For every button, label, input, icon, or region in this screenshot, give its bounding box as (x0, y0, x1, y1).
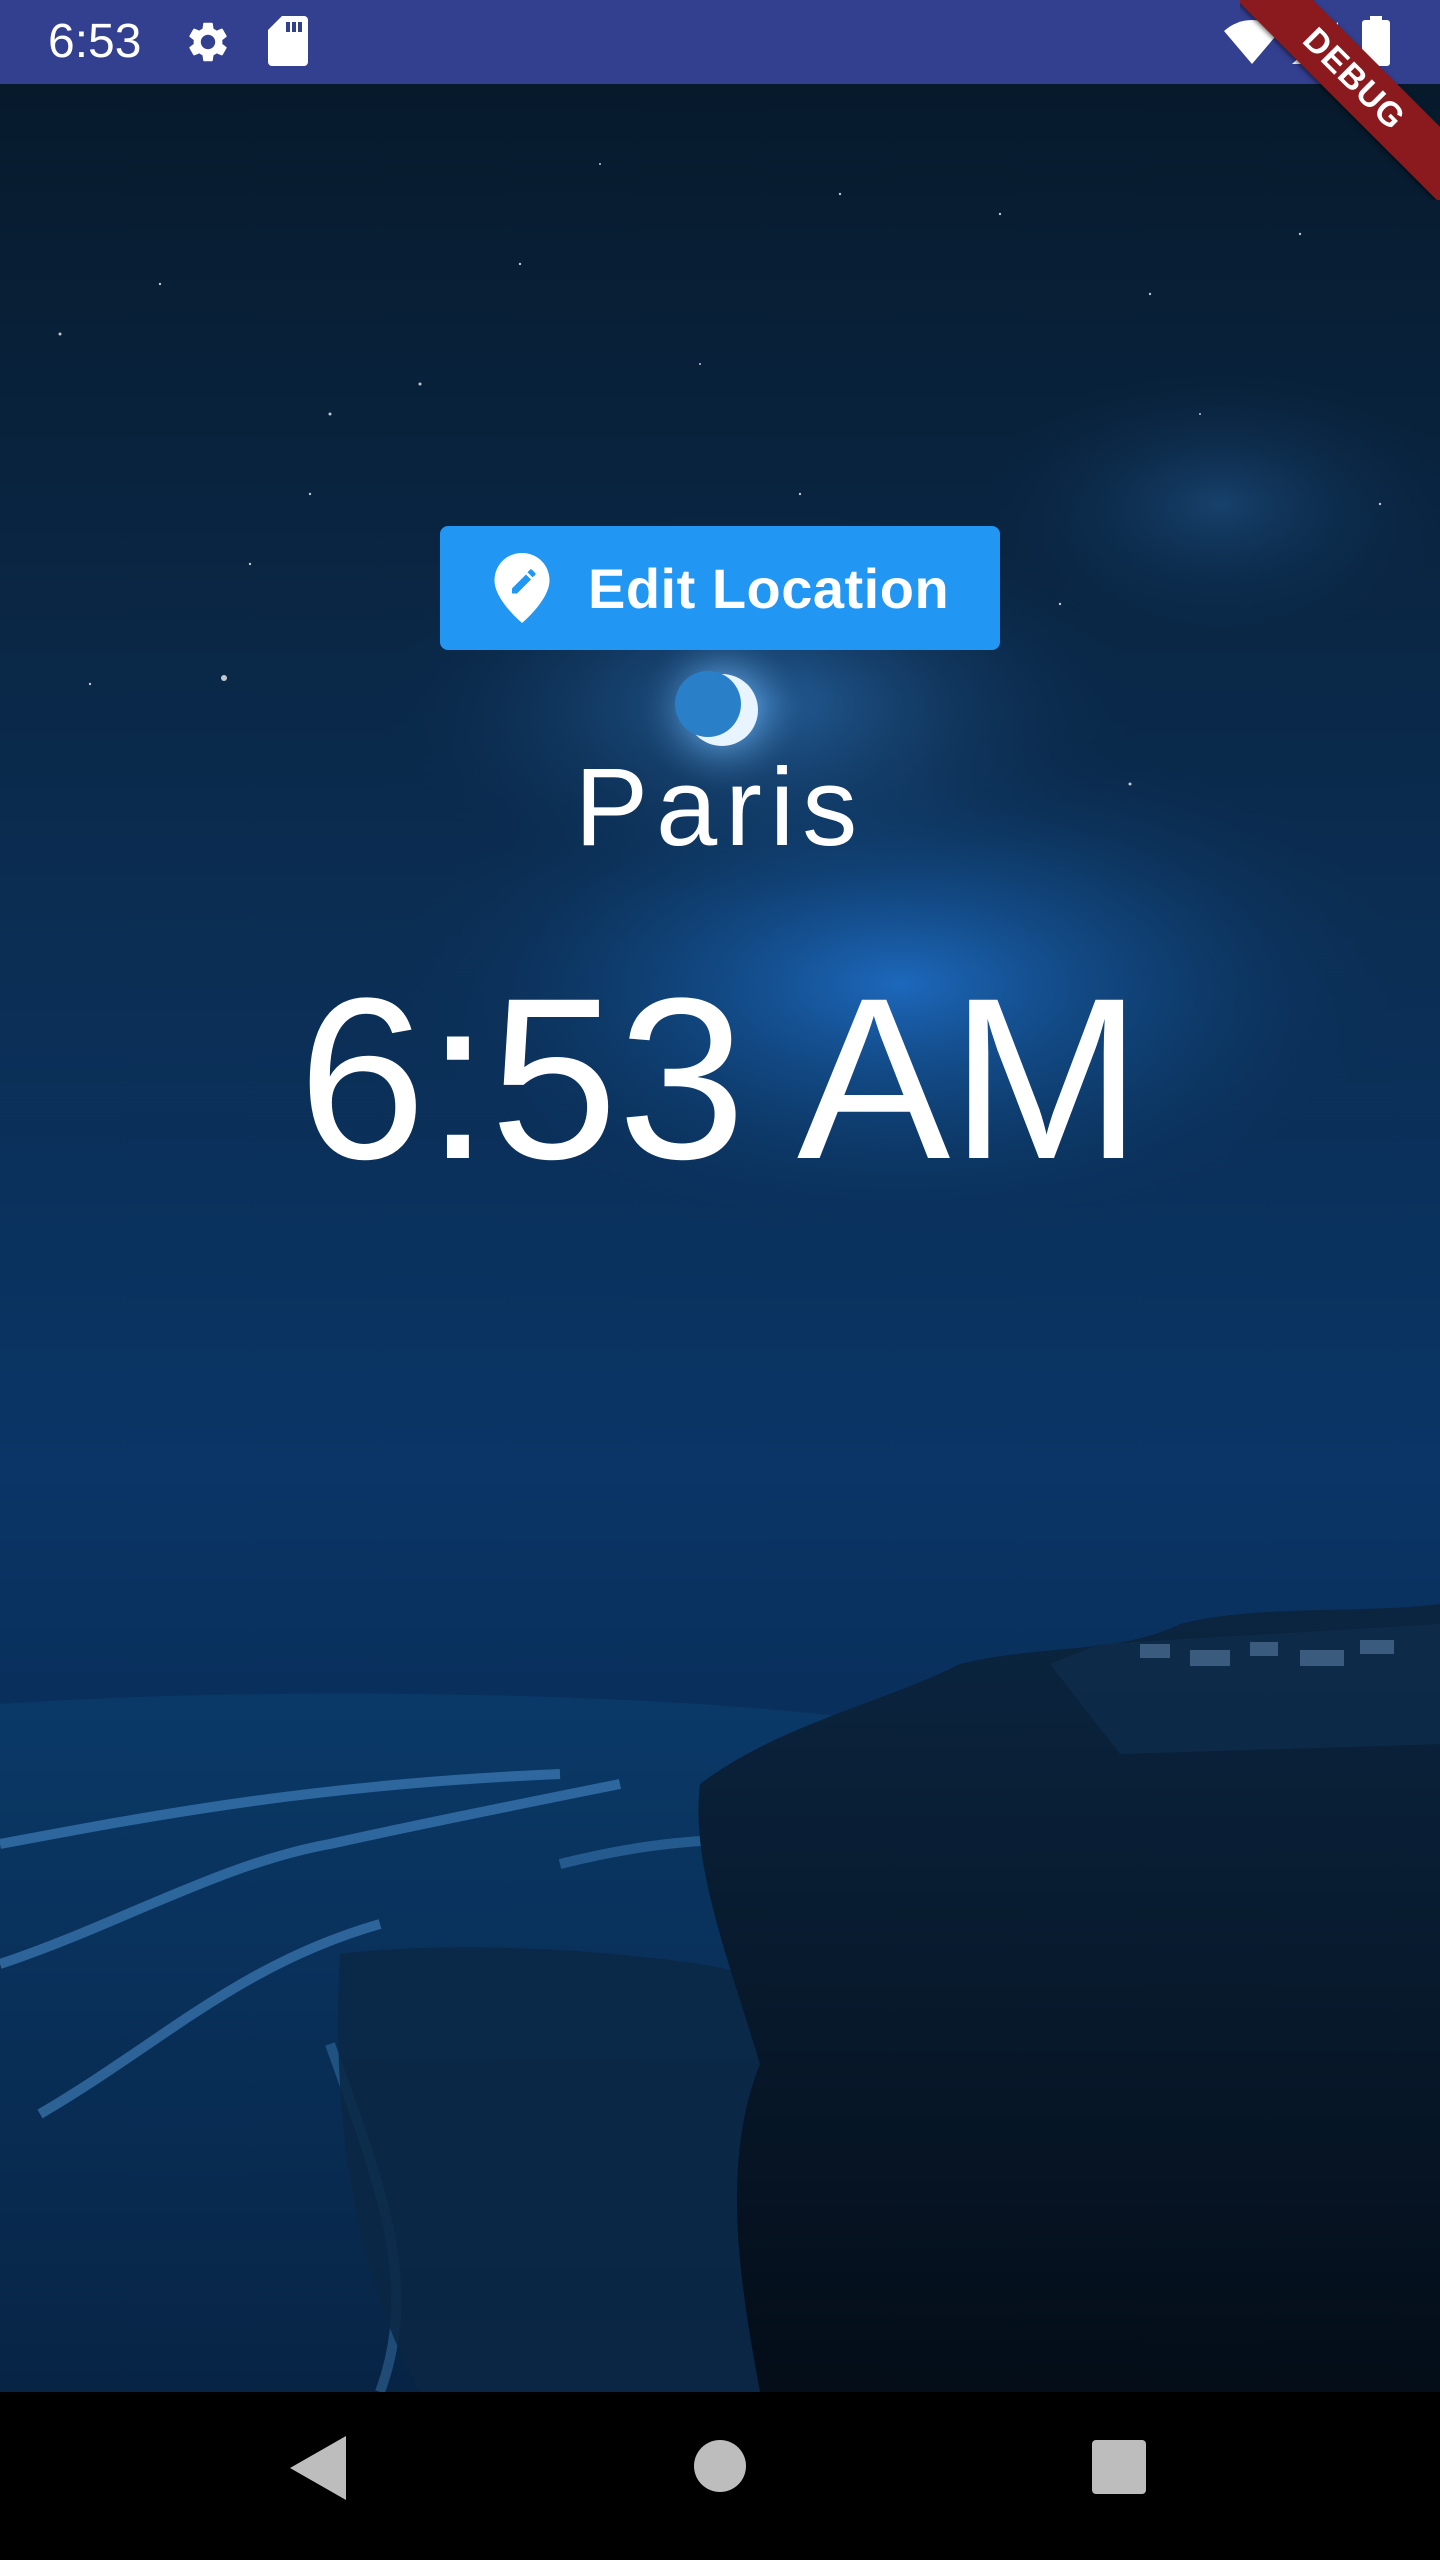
navigation-bar (0, 2392, 1440, 2560)
back-icon[interactable] (290, 2436, 346, 2500)
debug-banner-label: DEBUG (1240, 0, 1440, 200)
debug-banner: DEBUG (1240, 0, 1440, 200)
edit-location-icon (494, 553, 550, 623)
status-bar: 6:53 (0, 0, 1440, 84)
edit-location-label: Edit Location (588, 556, 950, 620)
settings-icon (184, 18, 232, 71)
location-name: Paris (574, 746, 866, 869)
edit-location-button[interactable]: Edit Location (440, 526, 1000, 650)
recents-icon[interactable] (1092, 2440, 1146, 2494)
sd-card-icon (268, 16, 308, 71)
night-background-image (0, 84, 1440, 2392)
status-time: 6:53 (48, 15, 142, 68)
app-screen: 6:53 DEBUG Edit Location Paris 6:53 AM (0, 0, 1440, 2560)
time-display: 6:53 AM (298, 950, 1142, 1207)
home-icon[interactable] (694, 2440, 746, 2492)
